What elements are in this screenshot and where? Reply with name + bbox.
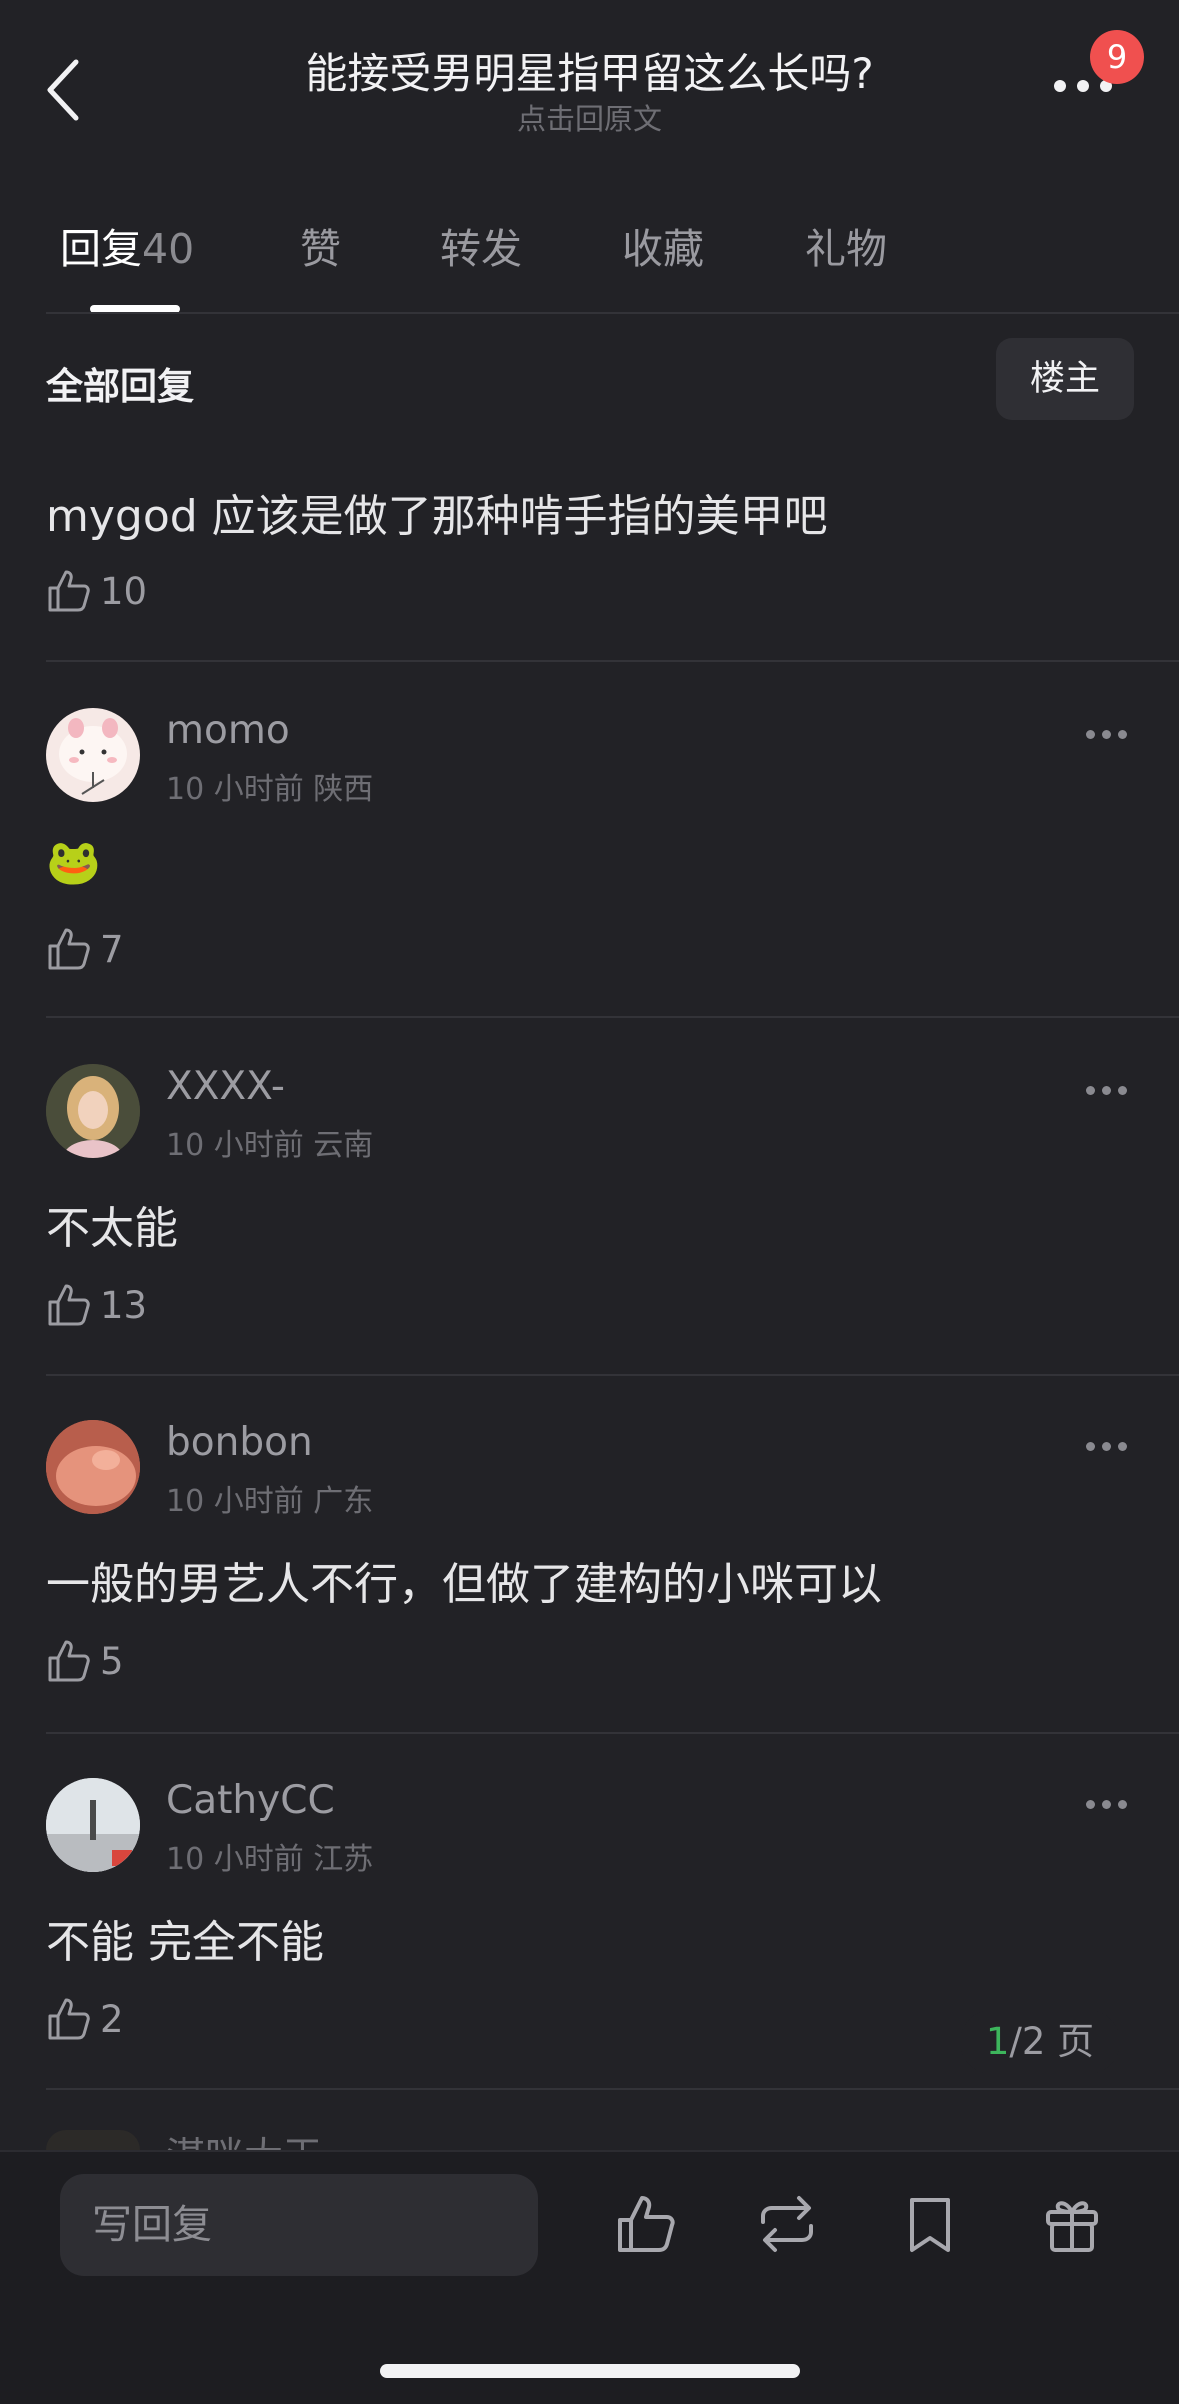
home-indicator[interactable] [380,2364,800,2378]
comment-more-icon[interactable] [1086,1794,1134,1810]
like-count: 7 [100,927,124,971]
notification-badge: 9 [1090,30,1144,84]
tab-replies-count: 40 [142,225,195,273]
username[interactable]: momo [166,708,290,753]
avatar[interactable] [46,708,140,802]
current-page: 1 [985,2020,1010,2063]
avatar[interactable] [46,1420,140,1514]
comment-region: 广东 [313,1484,374,1519]
comment-more-icon[interactable] [1086,1080,1134,1096]
like-button[interactable]: 2 [46,1994,124,2044]
comment-text: 一般的男艺人不行，但做了建构的小咪可以 [46,1559,882,1610]
comment-more-icon[interactable] [1086,724,1134,740]
like-button[interactable]: 7 [46,924,124,974]
bookmark-icon[interactable] [898,2192,962,2256]
username[interactable]: 湛咪大王 [166,2130,322,2150]
like-button[interactable]: 5 [46,1636,124,1686]
op-filter-button[interactable]: 楼主 [996,338,1134,420]
gift-icon[interactable] [1040,2192,1104,2256]
like-count: 2 [100,1997,124,2041]
thumbs-up-icon [48,1998,90,2040]
section-title: 全部回复 [46,365,194,408]
username[interactable]: bonbon [166,1420,313,1465]
divider [46,1016,1179,1018]
comment-meta: 10 小时前 云南 [166,1120,373,1164]
thumbs-up-icon [48,570,90,612]
comment-text: 不能 完全不能 [46,1917,324,1968]
comment-meta: 10 小时前 陕西 [166,764,373,808]
comment-meta: 10 小时前 江苏 [166,1834,373,1878]
thumbs-up-icon[interactable] [614,2192,678,2256]
reply-input[interactable]: 写回复 [60,2174,538,2276]
like-count: 13 [100,1283,148,1327]
comment-text: 🐸 [46,837,101,888]
tab-replies-label: 回复 [60,225,142,273]
divider [46,1374,1179,1376]
reply-text: mygod 应该是做了那种啃手指的美甲吧 [46,491,828,542]
comment-time: 10 小时前 [166,1484,304,1519]
like-button[interactable]: 13 [46,1280,147,1330]
divider [46,660,1179,662]
divider [46,312,1179,314]
comment-time: 10 小时前 [166,1842,304,1877]
tab-favorites[interactable]: 收藏 [622,215,704,275]
page-total: /2 页 [1009,2020,1095,2063]
comment-region: 云南 [313,1128,374,1163]
tab-gifts[interactable]: 礼物 [805,215,887,275]
post-title: 能接受男明星指甲留这么长吗? [305,49,874,98]
tab-reposts[interactable]: 转发 [440,215,522,275]
thumbs-up-icon [48,1284,90,1326]
thumbs-up-icon [48,928,90,970]
divider [46,1732,1179,1734]
tab-likes[interactable]: 赞 [300,215,341,275]
page-indicator[interactable]: 1/2 页 [960,2010,1120,2074]
divider [46,2088,1179,2090]
avatar[interactable] [46,1778,140,1872]
tab-replies[interactable]: 回复40 [60,215,194,275]
username[interactable]: CathyCC [166,1778,335,1823]
repost-icon[interactable] [755,2192,819,2256]
back-to-original-link[interactable]: 点击回原文 [0,96,1179,138]
comment-region: 陕西 [313,772,374,807]
avatar[interactable] [46,2130,140,2150]
comment-meta: 10 小时前 广东 [166,1476,373,1520]
avatar[interactable] [46,1064,140,1158]
comment-more-icon[interactable] [1086,1436,1134,1452]
like-button[interactable]: 10 [46,566,147,616]
comment-time: 10 小时前 [166,772,304,807]
tab-bar: 回复40 赞 转发 收藏 礼物 [0,215,1179,285]
comment-region: 江苏 [313,1842,374,1877]
like-count: 5 [100,1639,124,1683]
thumbs-up-icon [48,1640,90,1682]
like-count: 10 [100,569,148,613]
username[interactable]: XXXX- [166,1064,285,1109]
comment-text: 不太能 [46,1203,178,1254]
comment-time: 10 小时前 [166,1128,304,1163]
